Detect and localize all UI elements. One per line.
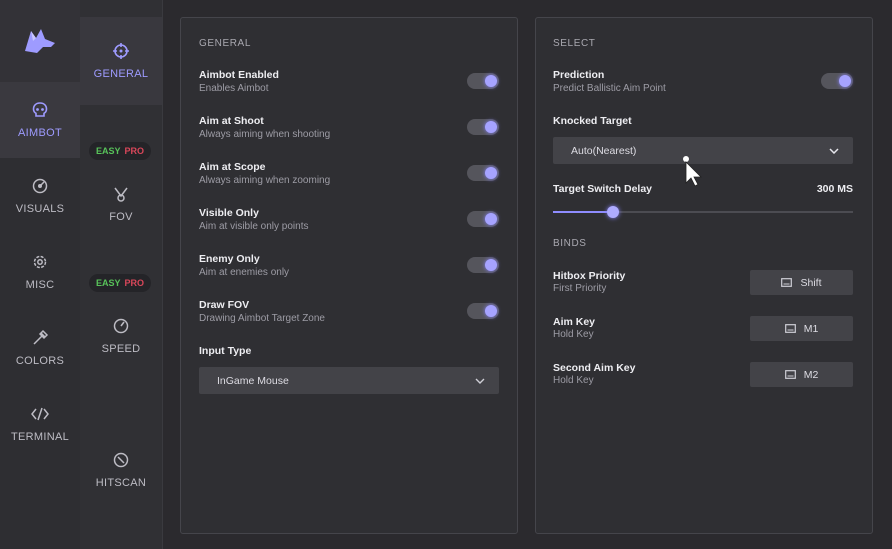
tab-fov[interactable]: FOV <box>80 164 162 244</box>
aim-at-scope-desc: Always aiming when zooming <box>199 175 331 186</box>
badge-easy: EASY <box>95 278 121 288</box>
tab-label: FOV <box>109 211 133 223</box>
wolf-logo-icon <box>0 0 80 82</box>
eye-icon <box>32 178 48 194</box>
crosshair-icon <box>113 43 129 59</box>
toggle-knob <box>485 259 497 271</box>
tab-label: SPEED <box>101 343 141 355</box>
badge-easy: EASY <box>95 146 121 156</box>
key-label: M1 <box>803 322 819 335</box>
nav-item-label: COLORS <box>15 355 65 367</box>
switch-delay-slider[interactable] <box>553 204 853 220</box>
skull-icon <box>32 102 48 117</box>
hitbox-priority-title: Hitbox Priority <box>553 270 626 282</box>
toggle-knob <box>485 167 497 179</box>
input-type-value: InGame Mouse <box>217 374 289 387</box>
easy-pro-badge: EASY PRO <box>89 274 151 292</box>
main-nav: AIMBOT VISUALS MISC COLORS TERMINAL <box>0 0 81 549</box>
aimbot-enabled-toggle[interactable] <box>467 73 499 89</box>
nav-item-label: MISC <box>25 279 55 291</box>
aim-key-desc: Hold Key <box>553 329 594 340</box>
chevron-down-icon <box>829 147 839 154</box>
slider-fill <box>553 211 613 213</box>
general-panel: GENERAL Aimbot Enabled Enables Aimbot Ai… <box>180 17 518 534</box>
knocked-target-value: Auto(Nearest) <box>571 144 637 157</box>
select-section-title: SELECT <box>553 38 596 49</box>
binds-section-title: BINDS <box>553 238 587 249</box>
aim-at-shoot-desc: Always aiming when shooting <box>199 129 331 140</box>
hitscan-icon <box>113 452 129 468</box>
tab-speed[interactable]: SPEED <box>80 296 162 376</box>
easy-pro-badge: EASY PRO <box>89 142 151 160</box>
tab-label: HITSCAN <box>95 477 147 489</box>
toggle-knob <box>485 305 497 317</box>
gear-icon <box>33 255 47 269</box>
mouse-cursor-icon <box>683 156 702 187</box>
toggle-knob <box>485 75 497 87</box>
aim-key-title: Aim Key <box>553 316 596 328</box>
tab-hitscan[interactable]: HITSCAN <box>80 428 162 512</box>
second-aim-key-title: Second Aim Key <box>553 362 636 374</box>
speedometer-icon <box>113 318 129 334</box>
nav-item-label: VISUALS <box>15 203 65 215</box>
aim-at-shoot-toggle[interactable] <box>467 119 499 135</box>
aim-at-scope-toggle[interactable] <box>467 165 499 181</box>
switch-delay-label: Target Switch Delay <box>553 183 653 195</box>
aimbot-enabled-title: Aimbot Enabled <box>199 69 279 81</box>
fov-icon <box>114 187 128 202</box>
enemy-only-toggle[interactable] <box>467 257 499 273</box>
prediction-toggle[interactable] <box>821 73 853 89</box>
slider-knob[interactable] <box>607 206 619 218</box>
input-type-select[interactable]: InGame Mouse <box>199 367 499 394</box>
aim-at-scope-title: Aim at Scope <box>199 161 266 173</box>
key-label: M2 <box>803 368 819 381</box>
aimbot-enabled-desc: Enables Aimbot <box>199 83 269 94</box>
sub-nav: GENERAL EASY PRO FOV EASY PRO SPEED HITS… <box>80 0 163 549</box>
tab-label: GENERAL <box>93 68 149 80</box>
toggle-knob <box>485 213 497 225</box>
hitbox-priority-key-button[interactable]: Shift <box>750 270 853 295</box>
draw-fov-desc: Drawing Aimbot Target Zone <box>199 313 325 324</box>
visible-only-title: Visible Only <box>199 207 259 219</box>
badge-pro: PRO <box>124 146 145 156</box>
visible-only-desc: Aim at visible only points <box>199 221 309 232</box>
nav-item-label: TERMINAL <box>10 431 70 443</box>
tab-general[interactable]: GENERAL <box>80 17 162 105</box>
enemy-only-title: Enemy Only <box>199 253 260 265</box>
nav-item-terminal[interactable]: TERMINAL <box>0 386 80 462</box>
eyedropper-icon <box>33 329 49 345</box>
nav-item-colors[interactable]: COLORS <box>0 310 80 386</box>
aim-key-button[interactable]: M1 <box>750 316 853 341</box>
enemy-only-desc: Aim at enemies only <box>199 267 290 278</box>
keyboard-icon <box>784 324 796 333</box>
second-aim-key-button[interactable]: M2 <box>750 362 853 387</box>
prediction-title: Prediction <box>553 69 605 81</box>
prediction-desc: Predict Ballistic Aim Point <box>553 83 666 94</box>
general-section-title: GENERAL <box>199 38 251 49</box>
knocked-target-label: Knocked Target <box>553 115 632 127</box>
key-label: Shift <box>800 276 822 289</box>
keyboard-icon <box>784 370 796 379</box>
input-type-label: Input Type <box>199 345 252 357</box>
nav-item-label: AIMBOT <box>18 127 62 139</box>
aim-at-shoot-title: Aim at Shoot <box>199 115 264 127</box>
chevron-down-icon <box>475 378 485 384</box>
keyboard-icon <box>781 278 793 287</box>
code-icon <box>31 407 49 421</box>
toggle-knob <box>839 75 851 87</box>
nav-item-visuals[interactable]: VISUALS <box>0 158 80 234</box>
hitbox-priority-desc: First Priority <box>553 283 607 294</box>
second-aim-key-desc: Hold Key <box>553 375 594 386</box>
draw-fov-title: Draw FOV <box>199 299 250 311</box>
draw-fov-toggle[interactable] <box>467 303 499 319</box>
toggle-knob <box>485 121 497 133</box>
nav-item-misc[interactable]: MISC <box>0 234 80 310</box>
visible-only-toggle[interactable] <box>467 211 499 227</box>
switch-delay-value: 300 MS <box>816 183 853 195</box>
badge-pro: PRO <box>124 278 145 288</box>
select-panel: SELECT Prediction Predict Ballistic Aim … <box>535 17 873 534</box>
nav-item-aimbot[interactable]: AIMBOT <box>0 82 80 158</box>
